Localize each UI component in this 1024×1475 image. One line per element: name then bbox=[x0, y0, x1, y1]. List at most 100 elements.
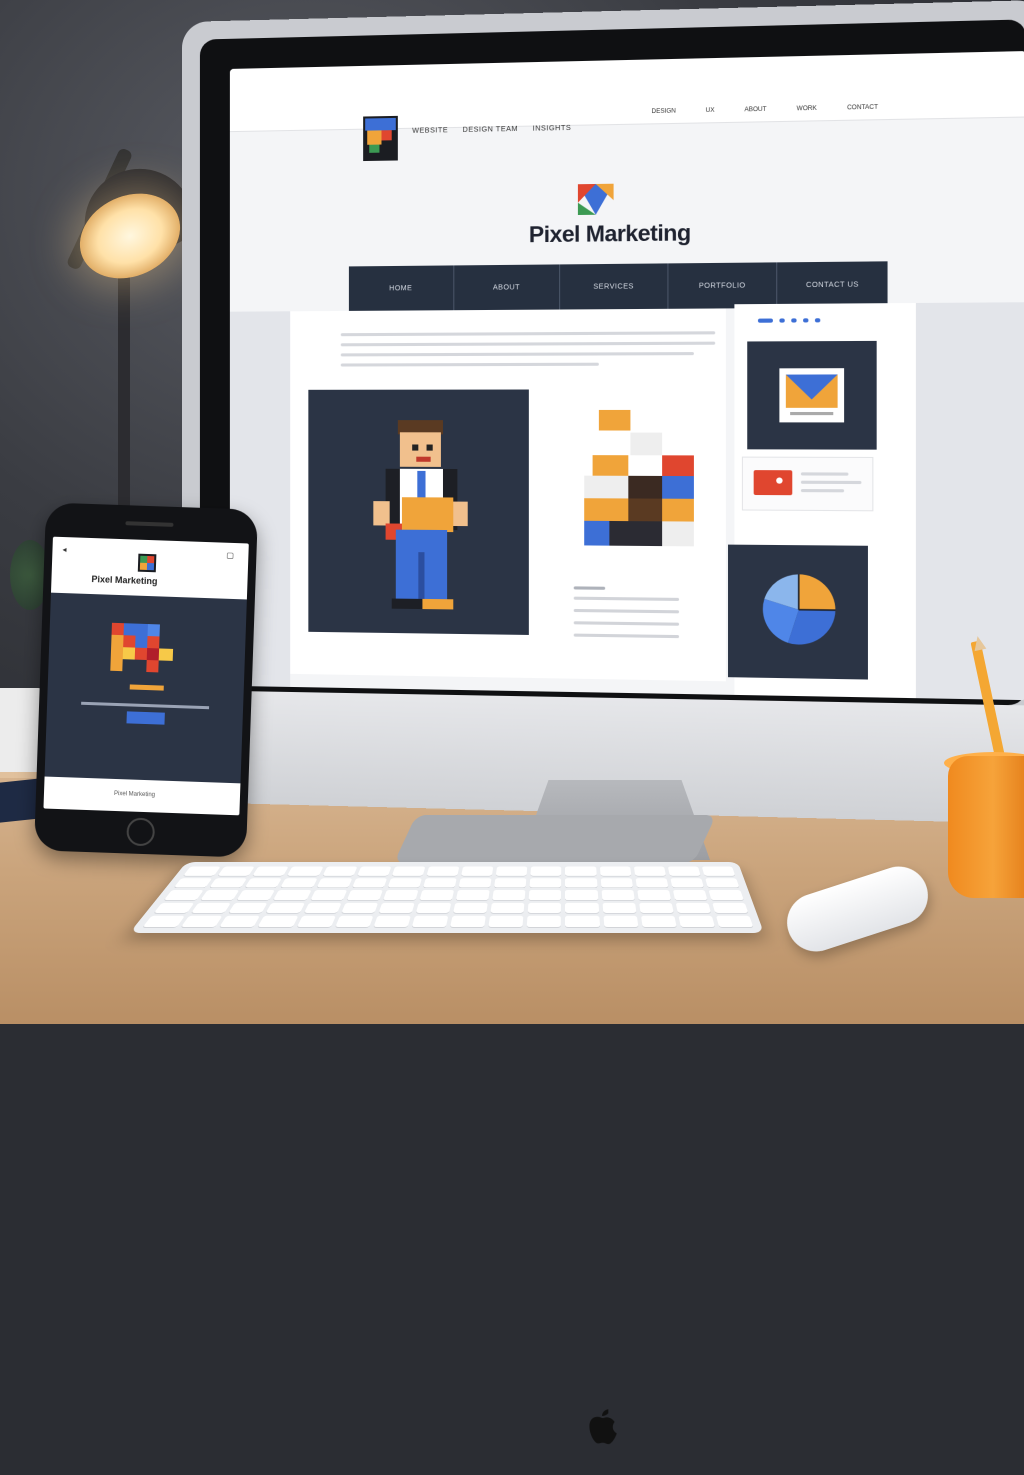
keyboard-key[interactable] bbox=[346, 890, 382, 900]
keyboard-key[interactable] bbox=[341, 903, 378, 914]
keyboard-key[interactable] bbox=[143, 916, 185, 927]
keyboard-key[interactable] bbox=[183, 866, 220, 875]
keyboard-key[interactable] bbox=[164, 890, 204, 900]
keyboard-key[interactable] bbox=[201, 890, 240, 900]
analytics-card[interactable] bbox=[728, 545, 868, 680]
keyboard-key[interactable] bbox=[675, 903, 711, 914]
keyboard-key[interactable] bbox=[316, 878, 352, 888]
keyboard-key[interactable] bbox=[668, 866, 701, 875]
nav-link[interactable]: CONTACT bbox=[847, 105, 878, 112]
keyboard-key[interactable] bbox=[600, 878, 632, 888]
keyboard-key[interactable] bbox=[383, 890, 418, 900]
keyboard-key[interactable] bbox=[492, 890, 525, 900]
nav-link[interactable]: INSIGHTS bbox=[533, 125, 572, 133]
keyboard-key[interactable] bbox=[494, 878, 526, 888]
nav-link[interactable]: ABOUT bbox=[744, 107, 766, 114]
keyboard-key[interactable] bbox=[528, 903, 561, 914]
keyboard-key[interactable] bbox=[373, 916, 410, 927]
menu-item-about[interactable]: ABOUT bbox=[454, 264, 560, 310]
keyboard-key[interactable] bbox=[530, 878, 562, 888]
keyboard-key[interactable] bbox=[565, 903, 598, 914]
carousel-dot[interactable] bbox=[779, 318, 784, 322]
keyboard-key[interactable] bbox=[322, 866, 357, 875]
phone-screen[interactable]: ▢ ◂ Pixel Marketing Pixel Marketing bbox=[43, 537, 248, 816]
keyboard-key[interactable] bbox=[253, 866, 289, 875]
keyboard-key[interactable] bbox=[531, 866, 562, 875]
keyboard[interactable] bbox=[129, 862, 764, 933]
keyboard-key[interactable] bbox=[489, 916, 524, 927]
keyboard-key[interactable] bbox=[565, 916, 599, 927]
keyboard-key[interactable] bbox=[335, 916, 373, 927]
keyboard-key[interactable] bbox=[712, 903, 748, 914]
info-card[interactable] bbox=[742, 457, 874, 512]
keyboard-key[interactable] bbox=[258, 916, 298, 927]
keyboard-key[interactable] bbox=[273, 890, 311, 900]
nav-link[interactable]: UX bbox=[706, 108, 715, 114]
keyboard-key[interactable] bbox=[637, 890, 671, 900]
phone-back-icon[interactable]: ◂ bbox=[62, 545, 66, 554]
keyboard-key[interactable] bbox=[491, 903, 525, 914]
keyboard-key[interactable] bbox=[496, 866, 528, 875]
keyboard-key[interactable] bbox=[303, 903, 341, 914]
keyboard-key[interactable] bbox=[181, 916, 222, 927]
keyboard-key[interactable] bbox=[228, 903, 267, 914]
keyboard-key[interactable] bbox=[412, 916, 449, 927]
keyboard-key[interactable] bbox=[565, 890, 597, 900]
nav-link[interactable]: DESIGN TEAM bbox=[463, 126, 518, 134]
keyboard-key[interactable] bbox=[154, 903, 195, 914]
keyboard-key[interactable] bbox=[641, 916, 677, 927]
nav-link[interactable]: DESIGN bbox=[652, 108, 676, 115]
keyboard-key[interactable] bbox=[702, 866, 736, 875]
keyboard-key[interactable] bbox=[456, 890, 490, 900]
keyboard-key[interactable] bbox=[218, 866, 255, 875]
menu-item-contact[interactable]: CONTACT US bbox=[778, 261, 888, 308]
keyboard-key[interactable] bbox=[416, 903, 452, 914]
keyboard-key[interactable] bbox=[601, 890, 634, 900]
keyboard-key[interactable] bbox=[220, 916, 261, 927]
keyboard-key[interactable] bbox=[237, 890, 275, 900]
keyboard-key[interactable] bbox=[392, 866, 426, 875]
keyboard-key[interactable] bbox=[419, 890, 454, 900]
keyboard-key[interactable] bbox=[673, 890, 708, 900]
keyboard-key[interactable] bbox=[716, 916, 753, 927]
keyboard-key[interactable] bbox=[705, 878, 739, 888]
carousel-dot[interactable] bbox=[815, 318, 820, 322]
keyboard-key[interactable] bbox=[357, 866, 391, 875]
keyboard-key[interactable] bbox=[296, 916, 335, 927]
menu-item-portfolio[interactable]: PORTFOLIO bbox=[668, 262, 777, 308]
keyboard-key[interactable] bbox=[529, 890, 562, 900]
monitor-screen[interactable]: WEBSITE DESIGN TEAM INSIGHTS DESIGN UX A… bbox=[230, 51, 1024, 700]
site-logo-icon[interactable] bbox=[363, 116, 398, 161]
keyboard-key[interactable] bbox=[461, 866, 493, 875]
keyboard-key[interactable] bbox=[310, 890, 347, 900]
keyboard-key[interactable] bbox=[602, 903, 636, 914]
keyboard-key[interactable] bbox=[565, 866, 596, 875]
carousel-dots[interactable] bbox=[758, 318, 820, 323]
keyboard-key[interactable] bbox=[527, 916, 561, 927]
keyboard-key[interactable] bbox=[352, 878, 387, 888]
keyboard-key[interactable] bbox=[378, 903, 414, 914]
menu-item-home[interactable]: HOME bbox=[349, 265, 454, 310]
keyboard-key[interactable] bbox=[708, 890, 743, 900]
keyboard-key[interactable] bbox=[635, 878, 668, 888]
keyboard-key[interactable] bbox=[266, 903, 305, 914]
phone-menu-icon[interactable]: ▢ bbox=[226, 551, 234, 560]
keyboard-key[interactable] bbox=[426, 866, 459, 875]
keyboard-key[interactable] bbox=[450, 916, 486, 927]
menu-item-services[interactable]: SERVICES bbox=[560, 263, 668, 309]
keyboard-key[interactable] bbox=[281, 878, 318, 888]
keyboard-key[interactable] bbox=[599, 866, 631, 875]
keyboard-key[interactable] bbox=[423, 878, 457, 888]
keyboard-key[interactable] bbox=[288, 866, 324, 875]
keyboard-key[interactable] bbox=[678, 916, 715, 927]
carousel-dot[interactable] bbox=[758, 319, 773, 323]
keyboard-key[interactable] bbox=[670, 878, 704, 888]
carousel-dot[interactable] bbox=[803, 318, 808, 322]
nav-link[interactable]: WEBSITE bbox=[412, 127, 448, 135]
email-card[interactable] bbox=[747, 341, 876, 450]
keyboard-key[interactable] bbox=[565, 878, 597, 888]
keyboard-key[interactable] bbox=[174, 878, 213, 888]
phone-cta-button[interactable] bbox=[126, 711, 164, 724]
keyboard-key[interactable] bbox=[459, 878, 492, 888]
keyboard-key[interactable] bbox=[209, 878, 247, 888]
